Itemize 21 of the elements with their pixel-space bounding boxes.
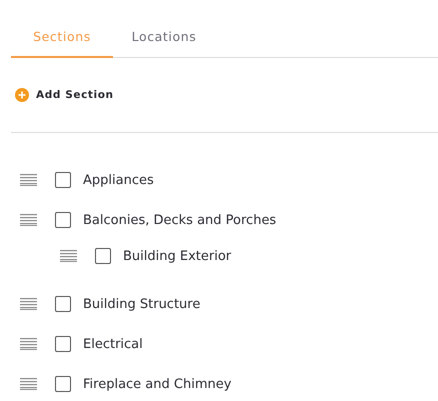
checkbox[interactable] (55, 376, 71, 392)
drag-handle-icon[interactable] (60, 250, 77, 262)
drag-handle-icon[interactable] (20, 298, 37, 310)
section-label: Building Exterior (123, 248, 232, 264)
tab[interactable]: Locations (113, 19, 215, 58)
drag-handle-icon[interactable] (20, 174, 37, 186)
section-label: Balconies, Decks and Porches (83, 212, 276, 228)
drag-handle-icon[interactable] (20, 214, 37, 226)
plus-icon (15, 88, 29, 102)
checkbox[interactable] (55, 336, 71, 352)
checkbox[interactable] (95, 248, 111, 264)
section-label: Electrical (83, 336, 143, 352)
section-label: Building Structure (83, 296, 200, 312)
checkbox[interactable] (55, 212, 71, 228)
drag-handle-icon[interactable] (20, 378, 37, 390)
checkbox[interactable] (55, 296, 71, 312)
drag-handle-icon[interactable] (20, 338, 37, 350)
checkbox[interactable] (55, 172, 71, 188)
section-label: Fireplace and Chimney (83, 376, 232, 392)
section-label: Appliances (83, 172, 154, 188)
add-section-button[interactable]: Add Section (11, 88, 114, 102)
